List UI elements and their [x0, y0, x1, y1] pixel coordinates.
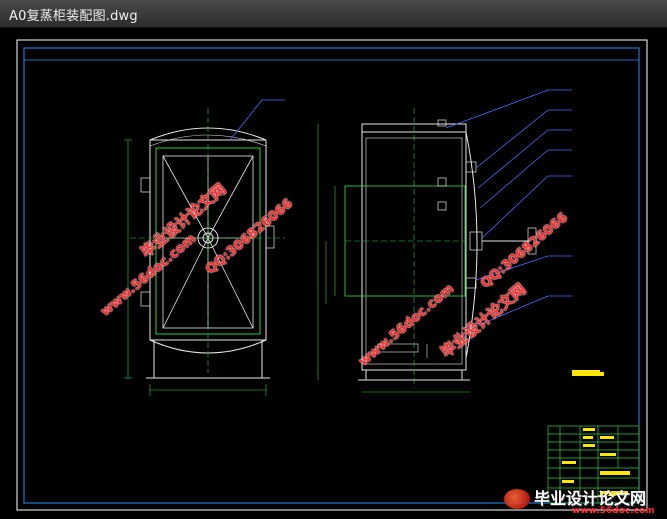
- brand-logo-icon: [504, 489, 530, 509]
- window-title: A0复蒸柜装配图.dwg: [9, 9, 138, 24]
- title-bar: A0复蒸柜装配图.dwg: [0, 0, 667, 28]
- sheet-border-inner: [23, 47, 640, 504]
- footer-brand: 毕业设计论文网 www.56doc.com: [502, 485, 667, 519]
- footer-url-text: www.56doc.com: [572, 506, 655, 516]
- cad-drawing: [16, 39, 648, 511]
- sheet-border-outer: [16, 39, 648, 511]
- drawing-canvas[interactable]: 毕业设计论文网 QQ:306826066 www.56doc.com www.5…: [0, 28, 667, 519]
- note-block: [572, 370, 600, 376]
